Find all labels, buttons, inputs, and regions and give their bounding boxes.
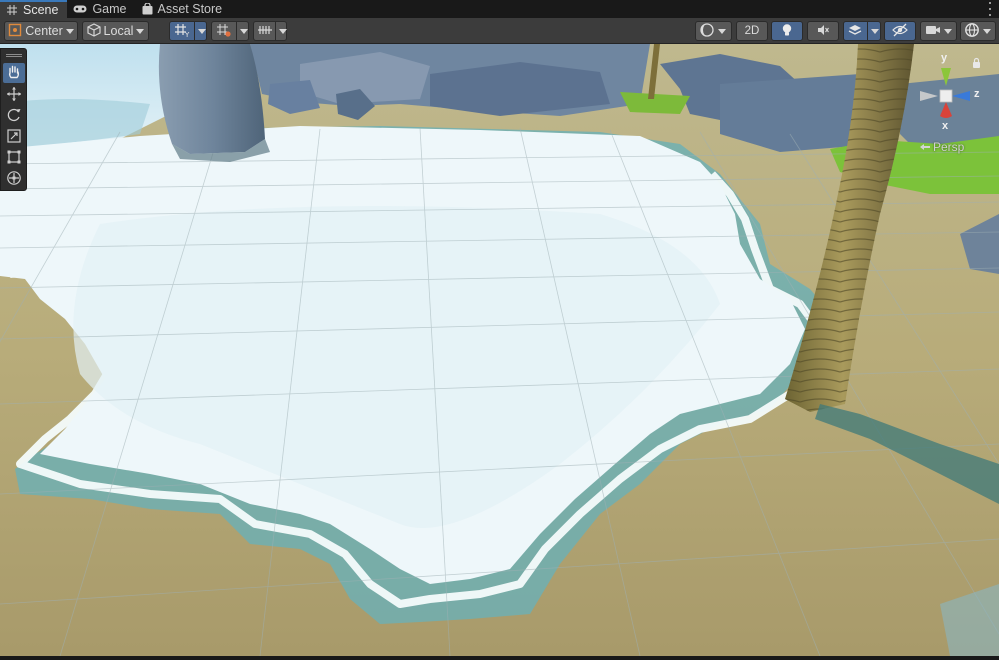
move-tool-button[interactable] (3, 85, 25, 105)
gamepad-icon (73, 4, 87, 14)
scene-visibility-button[interactable] (884, 21, 916, 41)
tab-scene[interactable]: Scene (0, 0, 68, 18)
rotate-tool-button[interactable] (3, 106, 25, 126)
scene-viewport[interactable] (0, 44, 999, 656)
chevron-down-icon (65, 28, 74, 34)
hand-tool-button[interactable] (3, 63, 25, 83)
pivot-icon (8, 23, 22, 40)
gizmo-y-label: y (941, 52, 948, 64)
toggle-2d-label: 2D (744, 25, 760, 37)
lock-icon[interactable] (973, 57, 980, 69)
chevron-down-icon (718, 28, 726, 34)
incremental-snap-button[interactable] (253, 21, 287, 41)
chevron-down-icon (279, 28, 287, 34)
tab-game[interactable]: Game (67, 0, 135, 18)
scale-icon (6, 128, 22, 147)
layers-icon (847, 23, 863, 40)
move-arrows-icon (6, 86, 22, 105)
chevron-down-icon (983, 28, 991, 34)
grid-snap-icon: Y (173, 22, 191, 41)
projection-label: Persp (933, 140, 965, 154)
camera-settings-dropdown[interactable] (920, 21, 957, 41)
ruler-icon (257, 23, 273, 40)
window-tab-bar: Scene Game Asset Store (0, 0, 999, 18)
rect-tool-button[interactable] (3, 148, 25, 168)
kebab-menu-icon[interactable] (987, 2, 993, 16)
lightbulb-icon (781, 23, 793, 40)
gizmo-y-axis[interactable] (941, 68, 951, 86)
audio-toggle-button[interactable] (807, 21, 839, 41)
gizmo-x-label: x (942, 120, 949, 132)
persp-arrows-icon (920, 140, 930, 154)
chevron-down-icon (240, 28, 248, 34)
bottom-border (0, 656, 999, 660)
chevron-down-icon (198, 28, 206, 34)
camera-icon (925, 24, 941, 39)
hand-icon (6, 64, 22, 83)
pivot-space-label: Local (103, 24, 134, 38)
scene-toolbar: Center Local Y 2D (0, 18, 999, 44)
grid-visibility-button[interactable]: Y (169, 21, 207, 41)
pivot-space-dropdown[interactable]: Local (82, 21, 149, 41)
transform-tools-panel (0, 48, 27, 191)
gizmo-z-label: z (974, 88, 980, 100)
svg-text:Y: Y (184, 31, 190, 38)
drag-handle-icon[interactable] (6, 54, 22, 57)
gizmos-dropdown[interactable] (960, 21, 996, 41)
projection-toggle[interactable]: Persp (920, 140, 964, 154)
tab-asset-store-label: Asset Store (157, 2, 223, 16)
grid-icon (6, 4, 18, 16)
shading-sphere-icon (699, 22, 715, 41)
tab-scene-label: Scene (23, 3, 59, 17)
rect-transform-icon (6, 149, 22, 168)
muted-speaker-icon (816, 23, 830, 40)
snap-increment-button[interactable] (211, 21, 249, 41)
gizmo-x-axis[interactable] (940, 102, 952, 118)
scale-tool-button[interactable] (3, 127, 25, 147)
snap-grid-icon (215, 22, 233, 41)
transform-tool-button[interactable] (3, 169, 25, 189)
tab-asset-store[interactable]: Asset Store (136, 0, 232, 18)
rotate-icon (6, 107, 22, 126)
chevron-down-icon (871, 28, 879, 34)
transform-combo-icon (6, 170, 22, 189)
toggle-2d-button[interactable]: 2D (736, 21, 768, 41)
scene-lighting-button[interactable] (771, 21, 803, 41)
shopping-bag-icon (142, 3, 153, 15)
cube-icon (86, 22, 101, 40)
eye-slash-icon (892, 23, 908, 40)
pivot-mode-dropdown[interactable]: Center (4, 21, 78, 41)
orientation-gizmo[interactable]: y z x (908, 52, 988, 142)
rock-pillar (158, 44, 270, 162)
chevron-down-icon (136, 28, 145, 34)
gizmo-z-axis[interactable] (952, 91, 970, 101)
tab-game-label: Game (92, 2, 127, 16)
globe-gizmo-icon (964, 22, 980, 41)
draw-mode-dropdown[interactable] (695, 21, 732, 41)
chevron-down-icon (944, 28, 952, 34)
pivot-mode-label: Center (25, 24, 63, 38)
effects-dropdown[interactable] (843, 21, 881, 41)
gizmo-center-cube[interactable] (939, 89, 953, 103)
